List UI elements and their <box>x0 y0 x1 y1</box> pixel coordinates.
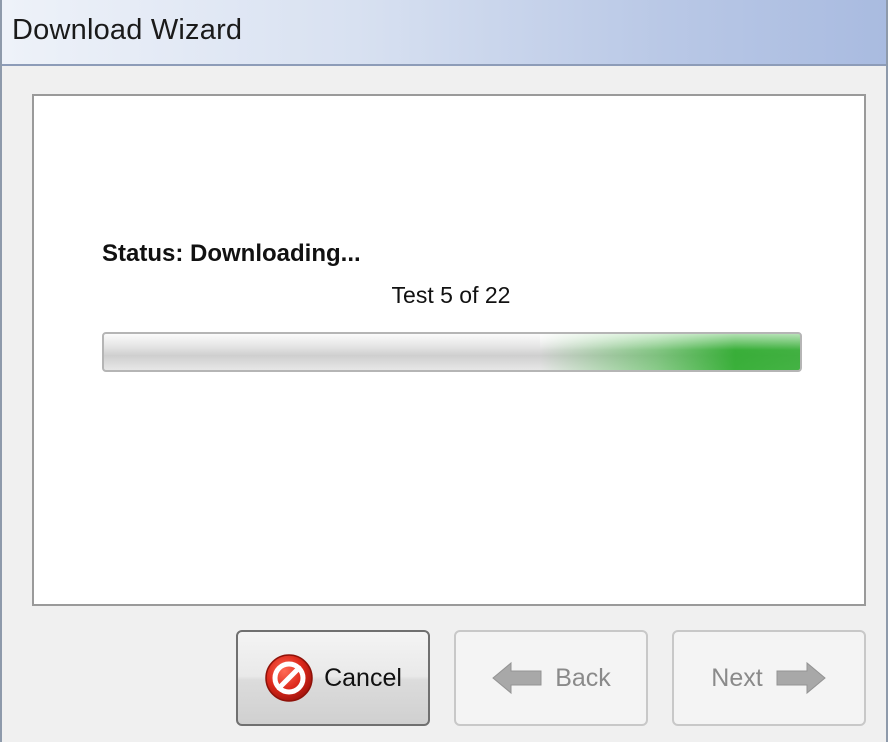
content-panel: Status: Downloading... Test 5 of 22 <box>32 94 866 606</box>
cancel-label: Cancel <box>324 663 402 692</box>
next-button[interactable]: Next <box>672 630 866 726</box>
title-bar[interactable]: Download Wizard <box>2 0 886 66</box>
back-button[interactable]: Back <box>454 630 648 726</box>
download-progress-bar <box>102 332 802 372</box>
progress-marquee-glow <box>540 334 800 370</box>
back-label: Back <box>555 663 611 692</box>
arrow-left-icon <box>491 661 543 695</box>
no-entry-icon <box>264 653 314 703</box>
next-label: Next <box>711 663 763 692</box>
arrow-right-icon <box>775 661 827 695</box>
cancel-button[interactable]: Cancel <box>236 630 430 726</box>
download-wizard-window: Download Wizard Status: Downloading... T… <box>0 0 888 742</box>
status-label: Status: Downloading... <box>102 240 361 267</box>
test-counter: Test 5 of 22 <box>391 282 511 308</box>
window-title: Download Wizard <box>12 14 243 46</box>
